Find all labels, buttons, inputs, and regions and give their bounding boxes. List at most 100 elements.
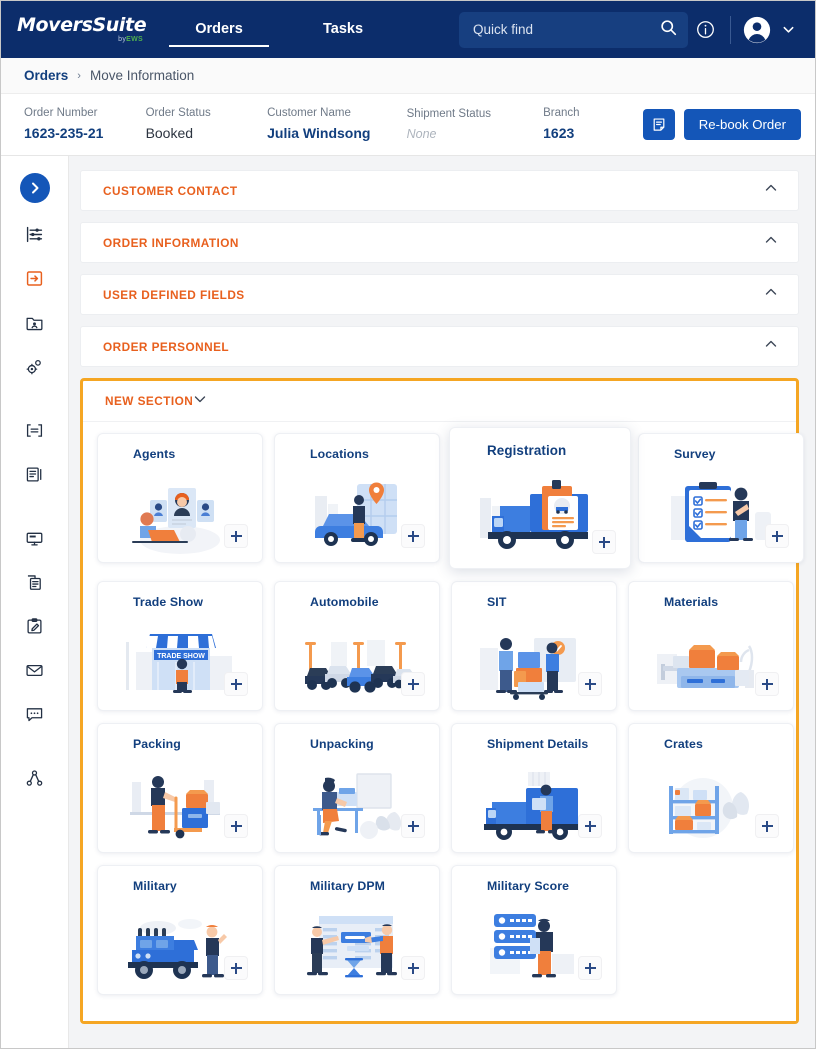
add-shipment-details-button[interactable] xyxy=(578,814,602,838)
add-military-dpm-button[interactable] xyxy=(401,956,425,980)
card-title: SIT xyxy=(487,595,507,609)
accordion-new-section[interactable]: NEW SECTION xyxy=(83,381,796,422)
monitor-icon xyxy=(25,529,44,553)
logo-text: MoversSuite xyxy=(17,14,147,36)
app-logo[interactable]: MoversSuite byEWS xyxy=(13,14,147,44)
accordion-customer-contact[interactable]: CUSTOMER CONTACT xyxy=(80,170,799,211)
sidebar-item-order-card[interactable] xyxy=(18,264,52,298)
sidebar-item-text-block[interactable] xyxy=(18,416,52,450)
accordion-order-personnel[interactable]: ORDER PERSONNEL xyxy=(80,326,799,367)
add-trade-show-button[interactable] xyxy=(224,672,248,696)
card-title: Crates xyxy=(664,737,703,751)
accordion-title: USER DEFINED FIELDS xyxy=(103,287,245,302)
sidebar-item-copy-document[interactable] xyxy=(18,568,52,602)
card-survey[interactable]: Survey xyxy=(638,433,804,563)
breadcrumb-link-orders[interactable]: Orders xyxy=(24,68,68,83)
user-menu-chevron-down-icon[interactable] xyxy=(775,15,801,45)
rebook-order-button[interactable]: Re-book Order xyxy=(683,109,801,140)
chevron-up-icon[interactable] xyxy=(764,181,778,200)
search-input[interactable] xyxy=(473,22,660,37)
card-row: Packing Unpacking Shipment Details Crate… xyxy=(97,723,794,853)
logo-brand-text: EWS xyxy=(126,36,143,43)
card-title: Military Score xyxy=(487,879,570,893)
card-title: Locations xyxy=(310,447,369,461)
order-summary-bar: Order Number 1623-235-21 Order Status Bo… xyxy=(1,94,815,156)
card-title: Survey xyxy=(674,447,716,461)
section-card-grid: Agents Locations Registration Survey Tra… xyxy=(83,422,804,1021)
card-automobile[interactable]: Automobile xyxy=(274,581,440,711)
card-shipment-details[interactable]: Shipment Details xyxy=(451,723,617,853)
card-title: Unpacking xyxy=(310,737,374,751)
breadcrumb-current-page: Move Information xyxy=(89,68,195,83)
add-agents-button[interactable] xyxy=(224,524,248,548)
chevron-up-icon[interactable] xyxy=(764,285,778,304)
card-title: Materials xyxy=(664,595,719,609)
sidebar-item-monitor[interactable] xyxy=(18,524,52,558)
document-panel-icon xyxy=(25,465,44,489)
sidebar-expand-toggle[interactable] xyxy=(19,173,50,203)
chat-bubble-icon xyxy=(25,705,44,729)
sidebar-item-email[interactable] xyxy=(18,656,52,690)
add-military-score-button[interactable] xyxy=(578,956,602,980)
nav-tab-tasks[interactable]: Tasks xyxy=(281,1,405,58)
card-registration[interactable]: Registration xyxy=(449,427,631,569)
contact-folder-icon xyxy=(25,313,44,337)
card-military-score[interactable]: Military Score xyxy=(451,865,617,995)
sidebar-item-contacts[interactable] xyxy=(18,308,52,342)
chevron-up-icon[interactable] xyxy=(764,337,778,356)
toolbar-divider xyxy=(730,15,731,44)
note-icon[interactable] xyxy=(642,109,675,140)
quick-find-search[interactable] xyxy=(459,11,688,48)
card-military-dpm[interactable]: Military DPM xyxy=(274,865,440,995)
card-materials[interactable]: Materials xyxy=(628,581,794,711)
customer-name-value: Julia Windsong xyxy=(267,125,371,142)
chevron-down-icon[interactable] xyxy=(193,392,207,411)
branch-field: Branch 1623 xyxy=(543,105,643,144)
order-card-icon xyxy=(25,269,44,293)
sidebar-item-chat[interactable] xyxy=(18,700,52,734)
card-sit[interactable]: SIT xyxy=(451,581,617,711)
card-trade-show[interactable]: Trade Show TRADE SHOW xyxy=(97,581,263,711)
accordion-title: ORDER INFORMATION xyxy=(103,235,239,250)
sidebar-item-document-panel[interactable] xyxy=(18,460,52,494)
card-crates[interactable]: Crates xyxy=(628,723,794,853)
add-registration-button[interactable] xyxy=(592,530,616,554)
card-unpacking[interactable]: Unpacking xyxy=(274,723,440,853)
shipment-status-value: None xyxy=(406,126,437,141)
accordion-order-information[interactable]: ORDER INFORMATION xyxy=(80,222,799,263)
card-title: Military DPM xyxy=(310,879,385,893)
add-materials-button[interactable] xyxy=(755,672,779,696)
envelope-icon xyxy=(25,661,44,685)
app-window: MoversSuite byEWS Orders Tasks Quick fin… xyxy=(0,0,816,1049)
card-military[interactable]: Military xyxy=(97,865,263,995)
sidebar-item-edit-clipboard[interactable] xyxy=(18,612,52,646)
card-row: Trade Show TRADE SHOW Automobile SIT Mat… xyxy=(97,581,794,711)
main-content: CUSTOMER CONTACT ORDER INFORMATION USER … xyxy=(69,156,815,1048)
sidebar-item-share[interactable] xyxy=(18,764,52,798)
search-icon[interactable] xyxy=(660,19,677,41)
sidebar-item-settings[interactable] xyxy=(18,352,52,386)
card-title: Automobile xyxy=(310,595,379,609)
sidebar-item-filters[interactable] xyxy=(18,220,52,254)
breadcrumb: Orders › Move Information xyxy=(1,58,815,94)
add-packing-button[interactable] xyxy=(224,814,248,838)
add-sit-button[interactable] xyxy=(578,672,602,696)
nav-tab-orders[interactable]: Orders xyxy=(157,1,281,58)
avatar[interactable] xyxy=(739,12,775,48)
accordion-user-defined-fields[interactable]: USER DEFINED FIELDS xyxy=(80,274,799,315)
add-automobile-button[interactable] xyxy=(401,672,425,696)
info-icon[interactable] xyxy=(688,13,722,47)
filters-icon xyxy=(25,225,44,249)
chevron-up-icon[interactable] xyxy=(764,233,778,252)
add-crates-button[interactable] xyxy=(755,814,779,838)
add-locations-button[interactable] xyxy=(401,524,425,548)
add-unpacking-button[interactable] xyxy=(401,814,425,838)
card-agents[interactable]: Agents xyxy=(97,433,263,563)
add-survey-button[interactable] xyxy=(765,524,789,548)
card-packing[interactable]: Packing xyxy=(97,723,263,853)
order-number-field: Order Number 1623-235-21 xyxy=(24,105,146,144)
card-locations[interactable]: Locations xyxy=(274,433,440,563)
add-military-button[interactable] xyxy=(224,956,248,980)
accordion-title: ORDER PERSONNEL xyxy=(103,339,230,354)
text-block-icon xyxy=(25,421,44,445)
